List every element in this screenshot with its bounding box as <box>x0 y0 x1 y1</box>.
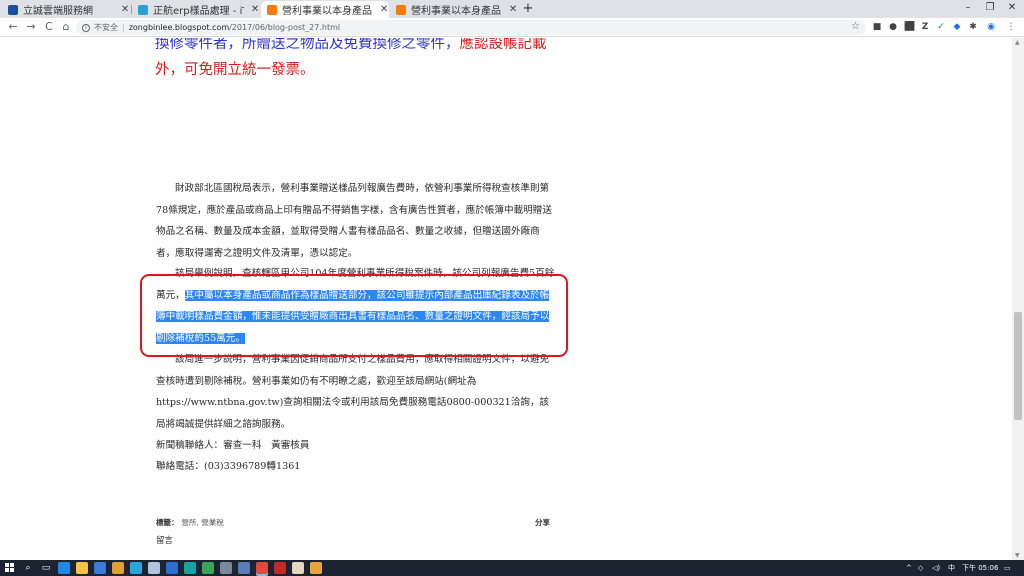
network-icon[interactable]: ◇ <box>918 563 923 573</box>
close-tab-icon[interactable]: ✕ <box>508 4 518 15</box>
taskbar-app-grey-icon[interactable] <box>220 562 232 574</box>
taskbar-search-icon[interactable]: ⌕ <box>22 562 34 574</box>
taskbar-app-pale-icon[interactable] <box>292 562 304 574</box>
taskbar-task-view-icon[interactable]: ▭ <box>40 562 52 574</box>
labels-links[interactable]: 營所, 營業稅 <box>182 518 224 527</box>
notification-icon[interactable]: ▭ <box>1004 563 1011 573</box>
tab-title: 正航erp樣品處理 - iT <box>153 6 245 17</box>
blogger-favicon-icon <box>267 4 277 15</box>
share-button[interactable]: 分享 <box>535 517 550 528</box>
tab-strip: 立誠雲端服務網 ✕ 正航erp樣品處理 - iT ✕ 營利事業以本身產品 ✕ 營… <box>0 0 1024 18</box>
extension-icon[interactable]: ◆ <box>952 22 962 32</box>
close-tab-icon[interactable]: ✕ <box>379 4 389 15</box>
tab-title: 營利事業以本身產品 <box>411 6 501 17</box>
security-label: 不安全 <box>94 23 118 32</box>
site-favicon-icon <box>8 4 18 15</box>
post-labels-row: 標籤： 營所, 營業稅 分享 <box>156 517 550 528</box>
scroll-up-arrow-icon[interactable]: ▲ <box>1015 39 1020 46</box>
browser-toolbar: ← → C ⌂ i 不安全 | zongbinlee.blogspot.com /… <box>0 18 1024 37</box>
menu-kebab-icon[interactable]: ⋮ <box>1006 22 1016 32</box>
comment-link[interactable]: 留言 <box>156 534 173 546</box>
tab-3-active[interactable]: 營利事業以本身產品 ✕ <box>261 1 389 18</box>
extension-icon[interactable]: ■ <box>872 22 882 32</box>
windows-taskbar: ⌕ ▭ ^ ◇ ◁) 中 下午 05:06 ▭ <box>0 560 1024 576</box>
extension-icon[interactable]: ✓ <box>936 22 946 32</box>
taskbar-app-red-icon[interactable] <box>274 562 286 574</box>
info-icon[interactable]: i <box>82 23 90 32</box>
extension-icon[interactable]: Z <box>920 22 930 32</box>
close-window-button[interactable]: ✕ <box>1004 2 1020 13</box>
page-content: 換修零件者，所贈送之物品及免費換修之零件，應認設帳記載 外，可免開立統一發票。 … <box>0 38 1012 560</box>
tab-2[interactable]: 正航erp樣品處理 - iT ✕ <box>132 1 260 18</box>
volume-icon[interactable]: ◁) <box>932 563 940 573</box>
tab-4[interactable]: 營利事業以本身產品 ✕ <box>390 1 518 18</box>
taskbar-file-explorer-icon[interactable] <box>76 562 88 574</box>
puzzle-extensions-icon[interactable]: ✱ <box>968 22 978 32</box>
contact-phone: 聯絡電話：(03)3396789轉1361 <box>156 461 301 472</box>
taskbar-notepad-icon[interactable] <box>148 562 160 574</box>
article-paragraph-3: 該局進一步說明，營利事業因促銷商品所支付之樣品費用，應取得相關證明文件，以避免查… <box>156 354 550 430</box>
red-notice-line-2: 外，可免開立統一發票。 <box>155 62 315 78</box>
profile-avatar-icon[interactable]: ◉ <box>986 22 996 32</box>
taskbar-app-blue-icon[interactable] <box>166 562 178 574</box>
tab-title: 營利事業以本身產品 <box>282 6 372 17</box>
address-separator: | <box>122 23 125 32</box>
taskbar-app-green-icon[interactable] <box>202 562 214 574</box>
extension-icon[interactable]: ● <box>888 22 898 32</box>
scroll-down-arrow-icon[interactable]: ▼ <box>1015 552 1020 559</box>
bookmark-star-icon[interactable]: ☆ <box>851 21 860 32</box>
taskbar-app-teal-icon[interactable] <box>184 562 196 574</box>
address-bar[interactable]: i 不安全 | zongbinlee.blogspot.com/2017/06/… <box>76 20 866 35</box>
back-button[interactable]: ← <box>6 20 20 34</box>
close-tab-icon[interactable]: ✕ <box>120 4 130 15</box>
windows-start-icon[interactable] <box>5 563 15 573</box>
url-host: zongbinlee.blogspot.com <box>128 23 230 32</box>
taskbar-edit-tool-icon[interactable] <box>112 562 124 574</box>
maximize-button[interactable]: ❐ <box>982 2 998 13</box>
ime-indicator[interactable]: 中 <box>948 563 955 573</box>
taskbar-edge-icon[interactable] <box>58 562 70 574</box>
tab-title: 立誠雲端服務網 <box>23 6 93 17</box>
labels-key: 標籤： <box>156 518 179 527</box>
taskbar-chrome-icon[interactable] <box>256 562 268 574</box>
taskbar-app-mail-icon[interactable] <box>238 562 250 574</box>
vertical-scrollbar[interactable]: ▲ ▼ <box>1012 38 1024 560</box>
tab-1[interactable]: 立誠雲端服務網 ✕ <box>2 1 130 18</box>
taskbar-store-icon[interactable] <box>94 562 106 574</box>
article-paragraph-1: 財政部北區國稅局表示，營利事業贈送樣品列報廣告費時，依營利事業所得稅查核準則第7… <box>156 183 552 259</box>
extension-icon[interactable]: ⬛ <box>904 22 915 32</box>
new-tab-button[interactable]: + <box>521 2 535 16</box>
scroll-thumb[interactable] <box>1014 312 1022 420</box>
red-notice-line-1: 換修零件者，所贈送之物品及免費換修之零件，應認設帳記載 <box>155 38 547 52</box>
forward-button[interactable]: → <box>24 20 38 34</box>
home-button[interactable]: ⌂ <box>59 20 73 34</box>
taskbar-ie-icon[interactable] <box>130 562 142 574</box>
close-tab-icon[interactable]: ✕ <box>250 4 260 15</box>
url-path: /2017/06/blog-post_27.html <box>229 23 341 32</box>
minimize-button[interactable]: – <box>960 2 976 13</box>
press-contact: 新聞稿聯絡人：審查一科 黃審核員 <box>156 440 310 451</box>
taskbar-app-paint-icon[interactable] <box>310 562 322 574</box>
tray-chevron-icon[interactable]: ^ <box>906 563 912 573</box>
reload-button[interactable]: C <box>42 20 56 34</box>
ithome-favicon-icon <box>138 4 148 15</box>
browser-window: 立誠雲端服務網 ✕ 正航erp樣品處理 - iT ✕ 營利事業以本身產品 ✕ 營… <box>0 0 1024 576</box>
blogger-favicon-icon <box>396 4 406 15</box>
red-annotation-box <box>140 274 568 357</box>
clock[interactable]: 下午 05:06 <box>962 563 998 573</box>
